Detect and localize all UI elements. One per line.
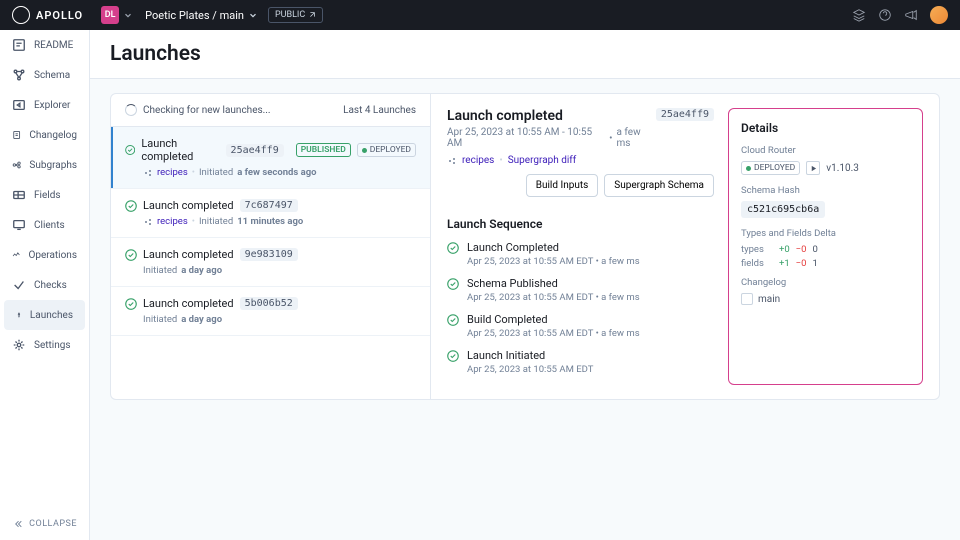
help-icon[interactable] xyxy=(878,8,892,22)
deployed-badge: DEPLOYED xyxy=(357,143,416,157)
sidebar-item-explorer[interactable]: Explorer xyxy=(0,90,89,120)
commit-hash: 9e983109 xyxy=(240,248,298,261)
launch-detail: Launch completed Apr 25, 2023 at 10:55 A… xyxy=(431,94,939,399)
launch-item[interactable]: Launch completed 25ae4ff9 PUBLISHED DEPL… xyxy=(111,127,430,189)
launch-item[interactable]: Launch completed 5b006b52 Initiated a da… xyxy=(111,287,430,336)
chevron-left-icon xyxy=(12,518,23,530)
supergraph-diff-link[interactable]: Supergraph diff xyxy=(508,155,577,166)
avatar[interactable] xyxy=(930,6,948,24)
chevron-down-icon[interactable] xyxy=(123,10,133,20)
launch-list: Checking for new launches... Last 4 Laun… xyxy=(111,94,431,399)
brand-name: APOLLO xyxy=(36,9,83,22)
breadcrumb[interactable]: Poetic Plates / main xyxy=(145,9,258,22)
external-link-icon xyxy=(308,11,316,19)
commit-hash: 7c687497 xyxy=(240,199,298,212)
build-inputs-button[interactable]: Build Inputs xyxy=(526,174,599,197)
checkmark-icon xyxy=(447,350,459,362)
detail-title: Launch completed xyxy=(447,108,656,124)
panel-title: Details xyxy=(741,121,910,135)
page-header: Launches xyxy=(90,30,960,79)
launch-item[interactable]: Launch completed 7c687497 recipes•Initia… xyxy=(111,189,430,238)
checkmark-icon xyxy=(125,298,137,310)
play-icon[interactable] xyxy=(806,161,820,175)
router-version: v1.10.3 xyxy=(826,163,859,174)
sidebar-item-launches[interactable]: Launches xyxy=(4,300,85,330)
recipes-link[interactable]: recipes xyxy=(157,216,188,227)
sequence-item: Launch CompletedApr 25, 2023 at 10:55 AM… xyxy=(447,241,714,267)
details-panel: Details Cloud Router DEPLOYED v1.10.3 Sc… xyxy=(728,108,923,385)
logo-icon xyxy=(12,6,30,24)
sidebar-item-clients[interactable]: Clients xyxy=(0,210,89,240)
sidebar-item-subgraphs[interactable]: Subgraphs xyxy=(0,150,89,180)
spinner-icon xyxy=(125,104,137,116)
sequence-item: Build CompletedApr 25, 2023 at 10:55 AM … xyxy=(447,313,714,339)
launches-card: Checking for new launches... Last 4 Laun… xyxy=(110,93,940,400)
schema-hash: c521c695cb6a xyxy=(741,201,825,218)
document-icon xyxy=(741,293,753,305)
published-badge: PUBLISHED xyxy=(296,143,351,157)
changelog-link[interactable]: main xyxy=(741,293,910,305)
detail-hash: 25ae4ff9 xyxy=(656,108,714,121)
sequence-item: Launch InitiatedApr 25, 2023 at 10:55 AM… xyxy=(447,349,714,375)
sidebar-item-changelog[interactable]: Changelog xyxy=(0,120,89,150)
public-badge[interactable]: PUBLIC xyxy=(268,7,323,23)
launch-count: Last 4 Launches xyxy=(343,105,416,116)
supergraph-schema-button[interactable]: Supergraph Schema xyxy=(604,174,714,197)
chevron-down-icon xyxy=(248,10,258,20)
sequence-title: Launch Sequence xyxy=(447,217,714,231)
sequence-item: Schema PublishedApr 25, 2023 at 10:55 AM… xyxy=(447,277,714,303)
collapse-button[interactable]: COLLAPSE xyxy=(0,508,89,540)
sidebar-item-schema[interactable]: Schema xyxy=(0,60,89,90)
commit-hash: 25ae4ff9 xyxy=(226,144,284,157)
sidebar-item-checks[interactable]: Checks xyxy=(0,270,89,300)
page-title: Launches xyxy=(110,42,940,66)
sidebar-item-fields[interactable]: Fields xyxy=(0,180,89,210)
checkmark-icon xyxy=(447,278,459,290)
checkmark-icon xyxy=(447,242,459,254)
sidebar-item-readme[interactable]: README xyxy=(0,30,89,60)
checkmark-icon xyxy=(447,314,459,326)
subgraph-icon xyxy=(143,168,153,178)
recipes-link[interactable]: recipes xyxy=(157,167,188,178)
topbar: APOLLO DL Poetic Plates / main PUBLIC xyxy=(0,0,960,30)
megaphone-icon[interactable] xyxy=(904,8,918,22)
checkmark-icon xyxy=(125,144,135,156)
launch-list-header: Checking for new launches... Last 4 Laun… xyxy=(111,94,430,127)
launch-item[interactable]: Launch completed 9e983109 Initiated a da… xyxy=(111,238,430,287)
checkmark-icon xyxy=(125,200,137,212)
sidebar: README Schema Explorer Changelog Subgrap… xyxy=(0,30,90,540)
org-badge[interactable]: DL xyxy=(101,6,119,24)
types-delta: types+0−00 xyxy=(741,244,910,255)
subgraph-icon xyxy=(143,217,153,227)
recipes-link[interactable]: recipes xyxy=(462,155,494,166)
fields-delta: fields+1−01 xyxy=(741,258,910,269)
logo[interactable]: APOLLO xyxy=(12,6,83,24)
object-icon[interactable] xyxy=(852,8,866,22)
deployed-badge: DEPLOYED xyxy=(741,161,800,175)
commit-hash: 5b006b52 xyxy=(240,297,298,310)
checkmark-icon xyxy=(125,249,137,261)
sidebar-item-operations[interactable]: Operations xyxy=(0,240,89,270)
main: Launches Checking for new launches... La… xyxy=(90,30,960,540)
sidebar-item-settings[interactable]: Settings xyxy=(0,330,89,360)
subgraph-icon xyxy=(447,156,457,166)
